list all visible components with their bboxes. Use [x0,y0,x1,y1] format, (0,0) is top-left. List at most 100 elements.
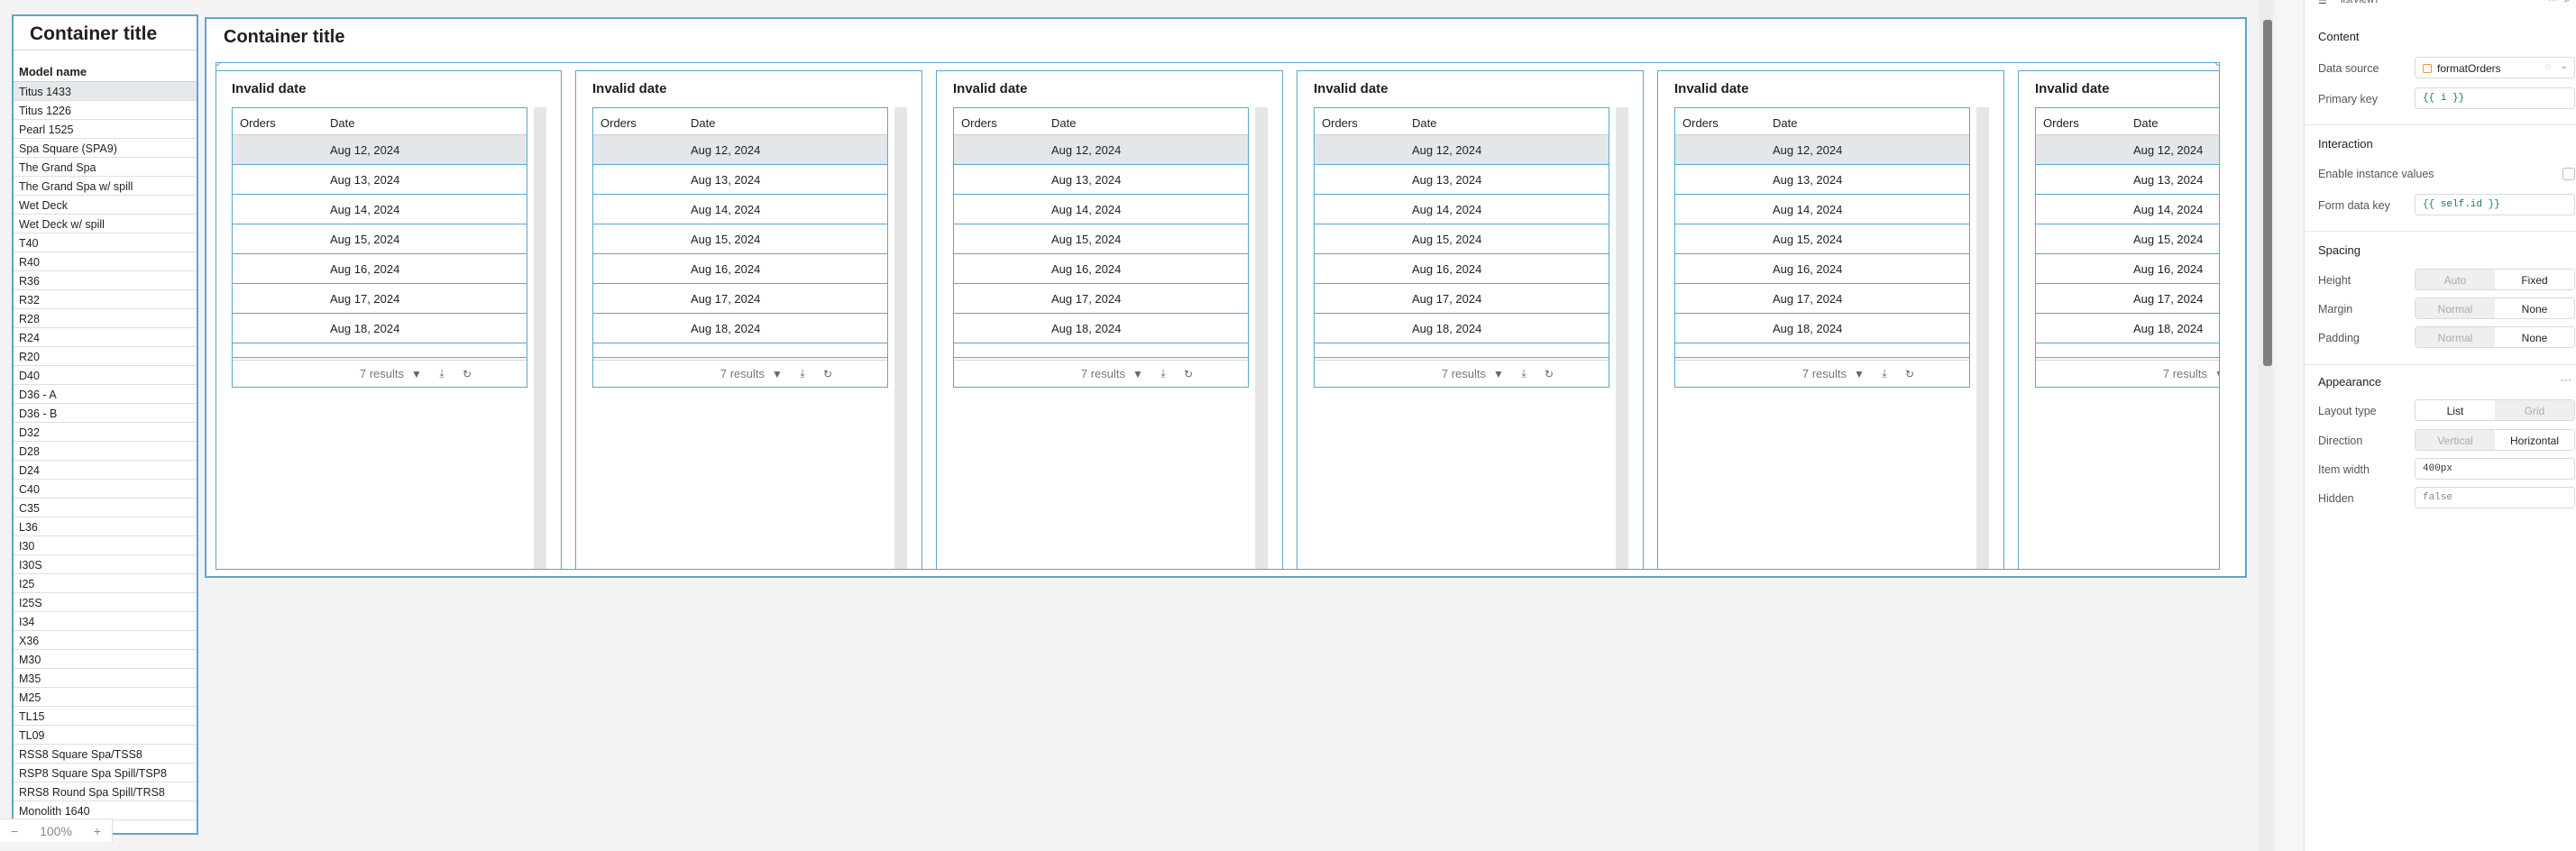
model-list-item[interactable]: I30S [14,555,197,574]
model-list-item[interactable]: Monolith 1640 [14,801,197,820]
model-list-item[interactable]: T40 [14,233,197,252]
orders-column-header[interactable]: Orders [954,116,1051,134]
orders-column-header[interactable]: Orders [1315,116,1412,134]
table-row[interactable]: Aug 16, 2024 [2036,254,2219,284]
table-row[interactable] [233,343,527,358]
padding-normal-option[interactable]: Normal [2416,327,2495,347]
margin-normal-option[interactable]: Normal [2416,298,2495,318]
filter-icon[interactable]: ▼ [765,368,790,380]
model-list-item[interactable]: Titus 1226 [14,101,197,120]
zoom-in-button[interactable]: + [94,824,101,838]
filter-icon[interactable]: ▼ [1486,368,1511,380]
chevron-down-icon[interactable]: ⌄ [2561,61,2568,71]
date-column-header[interactable]: Date [1773,116,1797,134]
refresh-icon[interactable]: ↻ [1536,368,1562,380]
table-row[interactable]: Aug 17, 2024 [1315,284,1609,314]
filter-icon[interactable]: ▼ [1125,368,1150,380]
height-toggle[interactable]: Auto Fixed [2415,269,2575,290]
model-list-item[interactable]: M35 [14,669,197,688]
model-list-item[interactable]: I30 [14,536,197,555]
margin-none-option[interactable]: None [2495,298,2574,318]
table-row[interactable]: Aug 14, 2024 [593,195,887,224]
list-view-item-card[interactable]: Invalid date Orders Date Aug 12, 2024 Aug 13… [1297,70,1644,569]
table-row[interactable]: Aug 13, 2024 [593,165,887,195]
model-list-item[interactable]: M30 [14,650,197,669]
component-name[interactable]: listView7 [2341,0,2379,5]
model-list-item[interactable]: R40 [14,252,197,271]
layout-grid-option[interactable]: Grid [2495,400,2574,420]
date-column-header[interactable]: Date [2133,116,2158,134]
date-column-header[interactable]: Date [1412,116,1436,134]
direction-toggle[interactable]: Vertical Horizontal [2415,429,2575,451]
model-list-item[interactable]: Pearl 1525 [14,120,197,139]
margin-toggle[interactable]: Normal None [2415,297,2575,319]
table-row[interactable] [2036,343,2219,358]
list-view-item-card[interactable]: Invalid date Orders Date Aug 12, 2024 Aug 13… [216,70,562,569]
refresh-icon[interactable]: ↻ [1897,368,1922,380]
download-icon[interactable]: ⤓ [1511,367,1536,380]
filter-icon[interactable]: ▼ [2207,368,2219,380]
table-row[interactable]: Aug 17, 2024 [954,284,1248,314]
search-icon[interactable]: ⌕ [2564,0,2570,6]
table-row[interactable]: Aug 16, 2024 [233,254,527,284]
list-view-item-card[interactable]: Invalid date Orders Date Aug 12, 2024 Aug 13… [1657,70,2004,569]
model-list-item[interactable]: L36 [14,517,197,536]
table-row[interactable]: Aug 13, 2024 [2036,165,2219,195]
table-row[interactable]: Aug 14, 2024 [1315,195,1609,224]
download-icon[interactable]: ⤓ [1150,367,1176,380]
table-row[interactable]: Aug 14, 2024 [233,195,527,224]
resize-handle-top-right[interactable] [2215,63,2219,66]
table-row[interactable]: Aug 15, 2024 [1315,224,1609,254]
model-list-item[interactable]: C40 [14,480,197,499]
date-column-header[interactable]: Date [330,116,354,134]
table-row[interactable]: Aug 16, 2024 [593,254,887,284]
table-row[interactable] [954,343,1248,358]
model-list-item[interactable]: R28 [14,309,197,328]
appearance-section-heading[interactable]: Appearance [2318,375,2381,389]
padding-none-option[interactable]: None [2495,327,2574,347]
table-row[interactable] [1315,343,1609,358]
more-icon[interactable]: ··· [2548,0,2558,5]
table-row[interactable]: Aug 17, 2024 [2036,284,2219,314]
model-list-item[interactable]: RSS8 Square Spa/TSS8 [14,745,197,764]
model-list-item[interactable]: RSP8 Square Spa Spill/TSP8 [14,764,197,782]
model-list-item[interactable]: D28 [14,442,197,461]
direction-horizontal-option[interactable]: Horizontal [2495,430,2574,450]
table-row[interactable]: Aug 15, 2024 [2036,224,2219,254]
layout-list-option[interactable]: List [2416,400,2495,420]
resize-handle-top-left[interactable] [216,63,220,66]
model-list-item[interactable]: I34 [14,612,197,631]
table-row[interactable]: Aug 17, 2024 [233,284,527,314]
table-row[interactable] [593,343,887,358]
model-list-item[interactable]: C35 [14,499,197,517]
table-row[interactable] [1675,343,1969,358]
table-row[interactable]: Aug 16, 2024 [1675,254,1969,284]
model-list-item[interactable]: D36 - A [14,385,197,404]
model-list-item[interactable]: Spa Square (SPA9) [14,139,197,158]
model-list-item[interactable]: D32 [14,423,197,442]
model-list-item[interactable]: Wet Deck w/ spill [14,215,197,233]
table-row[interactable]: Aug 12, 2024 [2036,135,2219,165]
table-row[interactable]: Aug 12, 2024 [954,135,1248,165]
table-row[interactable]: Aug 12, 2024 [233,135,527,165]
model-list-item[interactable]: RRS8 Round Spa Spill/TRS8 [14,782,197,801]
table-row[interactable]: Aug 13, 2024 [1315,165,1609,195]
table-row[interactable]: Aug 14, 2024 [954,195,1248,224]
model-list-item[interactable]: X36 [14,631,197,650]
item-width-input[interactable]: 400px [2415,458,2575,480]
spacing-section-heading[interactable]: Spacing [2318,243,2361,257]
model-list-item[interactable]: R20 [14,347,197,366]
model-list-item[interactable]: The Grand Spa w/ spill [14,177,197,196]
padding-toggle[interactable]: Normal None [2415,326,2575,348]
model-list-item[interactable]: R36 [14,271,197,290]
table-row[interactable]: Aug 14, 2024 [2036,195,2219,224]
table-row[interactable]: Aug 16, 2024 [954,254,1248,284]
model-list-item[interactable]: Titus 1433 [14,82,197,101]
direction-vertical-option[interactable]: Vertical [2416,430,2495,450]
model-name-column-header[interactable]: Model name [14,58,197,82]
model-list-item[interactable]: R24 [14,328,197,347]
hidden-input[interactable]: false [2415,487,2575,508]
interaction-section-heading[interactable]: Interaction [2318,137,2373,151]
orders-column-header[interactable]: Orders [2036,116,2133,134]
table-row[interactable]: Aug 13, 2024 [1675,165,1969,195]
